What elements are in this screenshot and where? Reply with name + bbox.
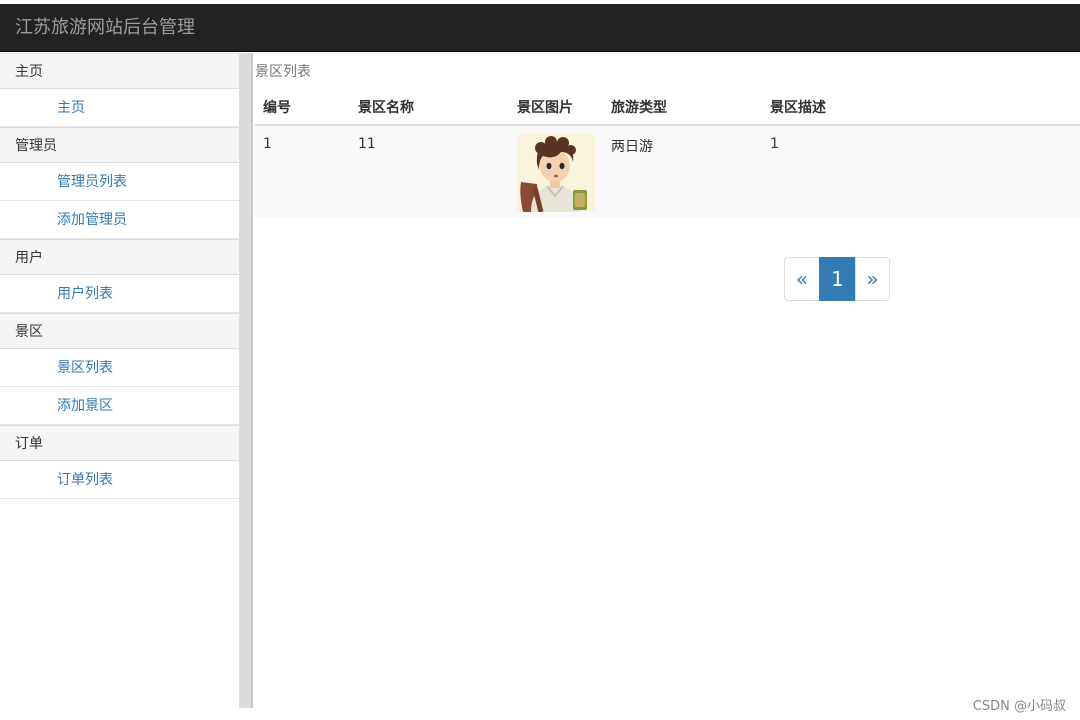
breadcrumb: 景区列表 <box>255 64 311 80</box>
main-content: 景区列表 编号 景区名称 景区图片 旅游类型 景区描述 1 11 两日游 1 «… <box>255 53 1080 708</box>
table-row: 1 11 两日游 1 <box>255 125 1080 218</box>
app-title[interactable]: 江苏旅游网站后台管理 <box>15 16 195 40</box>
sidebar-section-order: 订单 <box>0 425 239 461</box>
pagination: « 1 » <box>784 257 890 301</box>
sidebar: 主页 主页 管理员 管理员列表 添加管理员 用户 用户列表 景区 景区列表 添加… <box>0 53 239 708</box>
sidebar-item-user-list[interactable]: 用户列表 <box>0 275 239 313</box>
sidebar-section-admin: 管理员 <box>0 127 239 163</box>
pagination-next[interactable]: » <box>855 257 890 301</box>
sidebar-item-scenic-list[interactable]: 景区列表 <box>0 349 239 387</box>
cell-id: 1 <box>255 125 350 218</box>
sidebar-section-user: 用户 <box>0 239 239 275</box>
sidebar-item-add-admin[interactable]: 添加管理员 <box>0 201 239 239</box>
sidebar-item-add-scenic[interactable]: 添加景区 <box>0 387 239 425</box>
sidebar-item-admin-list[interactable]: 管理员列表 <box>0 163 239 201</box>
scenic-table: 编号 景区名称 景区图片 旅游类型 景区描述 1 11 两日游 1 <box>255 89 1080 218</box>
pagination-prev[interactable]: « <box>784 257 820 301</box>
pagination-page-1[interactable]: 1 <box>819 257 856 301</box>
column-header-id: 编号 <box>255 89 350 126</box>
scenic-image-thumbnail <box>517 134 595 212</box>
sidebar-item-order-list[interactable]: 订单列表 <box>0 461 239 499</box>
column-header-type: 旅游类型 <box>603 89 762 126</box>
cell-type: 两日游 <box>603 125 762 218</box>
sidebar-item-home[interactable]: 主页 <box>0 89 239 127</box>
column-header-image: 景区图片 <box>509 89 603 126</box>
cell-image <box>509 125 603 218</box>
column-header-description: 景区描述 <box>762 89 1080 126</box>
table-header-row: 编号 景区名称 景区图片 旅游类型 景区描述 <box>255 89 1080 126</box>
sidebar-section-scenic: 景区 <box>0 313 239 349</box>
sidebar-section-home: 主页 <box>0 53 239 89</box>
cell-name: 11 <box>350 125 509 218</box>
watermark: CSDN @小码叔 <box>972 699 1066 714</box>
top-navbar: 江苏旅游网站后台管理 <box>0 4 1080 52</box>
cell-description: 1 <box>762 125 1080 218</box>
sidebar-divider <box>239 53 253 708</box>
column-header-name: 景区名称 <box>350 89 509 126</box>
